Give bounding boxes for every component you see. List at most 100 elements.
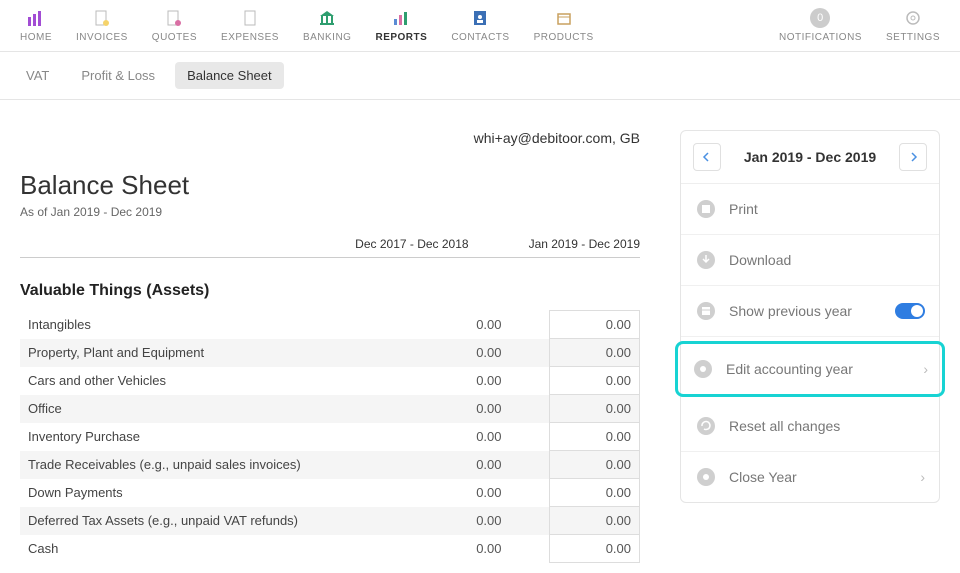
period-headers: Dec 2017 - Dec 2018 Jan 2019 - Dec 2019: [20, 237, 640, 258]
row-value-current[interactable]: 0.00: [550, 367, 640, 395]
row-value-prev: 0.00: [420, 535, 510, 563]
tab-vat[interactable]: VAT: [14, 62, 61, 89]
row-value-prev: 0.00: [420, 311, 510, 339]
show-previous-year-toggle[interactable]: Show previous year: [681, 286, 939, 337]
gear-circle-icon: [692, 358, 714, 380]
nav-contacts[interactable]: CONTACTS: [451, 8, 509, 43]
nav-products[interactable]: PRODUCTS: [534, 8, 594, 43]
period-label: Jan 2019 - Dec 2019: [744, 149, 876, 165]
nav-banking[interactable]: BANKING: [303, 8, 352, 43]
toggle-switch[interactable]: [895, 303, 925, 319]
row-value-current[interactable]: 0.00: [550, 339, 640, 367]
table-row: Deferred Tax Assets (e.g., unpaid VAT re…: [20, 507, 640, 535]
row-label: Office: [20, 395, 420, 423]
calendar-icon: [695, 300, 717, 322]
nav-label: NOTIFICATIONS: [779, 32, 862, 43]
row-label: Inventory Purchase: [20, 423, 420, 451]
chevron-right-icon: ›: [923, 361, 928, 377]
row-value-prev: 0.00: [420, 395, 510, 423]
nav-quotes[interactable]: QUOTES: [152, 8, 197, 43]
table-row: Office0.000.00: [20, 395, 640, 423]
nav-label: INVOICES: [76, 32, 128, 43]
table-row: Inventory Purchase0.000.00: [20, 423, 640, 451]
period-current: Jan 2019 - Dec 2019: [529, 237, 640, 251]
table-row: Property, Plant and Equipment0.000.00: [20, 339, 640, 367]
row-label: Intangibles: [20, 311, 420, 339]
row-value-current[interactable]: 0.00: [550, 507, 640, 535]
next-period-button[interactable]: [899, 143, 927, 171]
row-value-current[interactable]: 0.00: [550, 395, 640, 423]
row-value-current[interactable]: 0.00: [550, 311, 640, 339]
company-line: whi+ay@debitoor.com, GB: [20, 130, 640, 146]
gear-icon: [903, 8, 923, 28]
nav-reports[interactable]: REPORTS: [375, 8, 427, 43]
tab-balance-sheet[interactable]: Balance Sheet: [175, 62, 284, 89]
bars-icon: [26, 8, 46, 28]
table-row: Down Payments0.000.00: [20, 479, 640, 507]
nav-label: QUOTES: [152, 32, 197, 43]
nav-home[interactable]: HOME: [20, 8, 52, 43]
prev-period-button[interactable]: [693, 143, 721, 171]
row-value-current[interactable]: 0.00: [550, 451, 640, 479]
action-label: Download: [729, 252, 925, 268]
table-row: Cash0.000.00: [20, 535, 640, 563]
close-year-icon: [695, 466, 717, 488]
row-value-current[interactable]: 0.00: [550, 535, 640, 563]
table-row: Cars and other Vehicles0.000.00: [20, 367, 640, 395]
download-action[interactable]: Download: [681, 235, 939, 286]
nav-label: REPORTS: [375, 32, 427, 43]
nav-label: HOME: [20, 32, 52, 43]
sub-nav: VAT Profit & Loss Balance Sheet: [0, 52, 960, 100]
chart-icon: [391, 8, 411, 28]
action-label: Print: [729, 201, 925, 217]
nav-expenses[interactable]: EXPENSES: [221, 8, 279, 43]
tab-profit-loss[interactable]: Profit & Loss: [69, 62, 167, 89]
page-title: Balance Sheet: [20, 170, 640, 201]
close-year-action[interactable]: Close Year ›: [681, 452, 939, 502]
nav-settings[interactable]: SETTINGS: [886, 8, 940, 43]
period-prev: Dec 2017 - Dec 2018: [355, 237, 468, 251]
download-icon: [695, 249, 717, 271]
row-label: Deferred Tax Assets (e.g., unpaid VAT re…: [20, 507, 420, 535]
row-value-current[interactable]: 0.00: [550, 479, 640, 507]
nav-label: BANKING: [303, 32, 352, 43]
row-value-prev: 0.00: [420, 507, 510, 535]
page-subtitle: As of Jan 2019 - Dec 2019: [20, 205, 640, 219]
nav-label: PRODUCTS: [534, 32, 594, 43]
contact-icon: [470, 8, 490, 28]
report-area: whi+ay@debitoor.com, GB Balance Sheet As…: [20, 130, 640, 563]
invoice-icon: [92, 8, 112, 28]
bank-icon: [317, 8, 337, 28]
reset-icon: [695, 415, 717, 437]
row-value-current[interactable]: 0.00: [550, 423, 640, 451]
action-label: Edit accounting year: [726, 361, 911, 377]
period-selector: Jan 2019 - Dec 2019: [681, 131, 939, 184]
nav-invoices[interactable]: INVOICES: [76, 8, 128, 43]
row-value-prev: 0.00: [420, 423, 510, 451]
row-value-prev: 0.00: [420, 479, 510, 507]
chevron-right-icon: ›: [920, 469, 925, 485]
side-panel: Jan 2019 - Dec 2019 Print Download Show …: [680, 130, 940, 563]
row-label: Property, Plant and Equipment: [20, 339, 420, 367]
row-value-prev: 0.00: [420, 339, 510, 367]
quote-icon: [164, 8, 184, 28]
box-icon: [554, 8, 574, 28]
expense-icon: [240, 8, 260, 28]
edit-accounting-year-action[interactable]: Edit accounting year ›: [678, 344, 942, 394]
nav-label: SETTINGS: [886, 32, 940, 43]
section-heading: Valuable Things (Assets): [20, 282, 640, 300]
table-row: Intangibles0.000.00: [20, 311, 640, 339]
top-nav: HOME INVOICES QUOTES EXPENSES BANKING RE…: [0, 0, 960, 52]
action-label: Close Year: [729, 469, 908, 485]
row-label: Trade Receivables (e.g., unpaid sales in…: [20, 451, 420, 479]
nav-label: EXPENSES: [221, 32, 279, 43]
row-label: Cash: [20, 535, 420, 563]
print-icon: [695, 198, 717, 220]
row-label: Cars and other Vehicles: [20, 367, 420, 395]
balance-table: Intangibles0.000.00Property, Plant and E…: [20, 310, 640, 563]
nav-notifications[interactable]: 0 NOTIFICATIONS: [779, 8, 862, 43]
print-action[interactable]: Print: [681, 184, 939, 235]
row-value-prev: 0.00: [420, 367, 510, 395]
nav-label: CONTACTS: [451, 32, 509, 43]
reset-changes-action[interactable]: Reset all changes: [681, 401, 939, 452]
